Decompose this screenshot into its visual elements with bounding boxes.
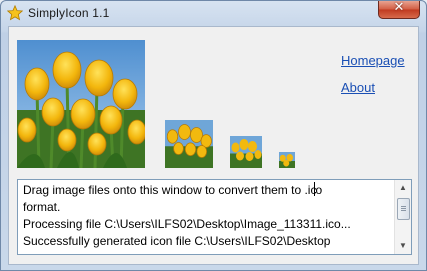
scrollbar-thumb[interactable] <box>397 198 410 220</box>
log-line: format. <box>23 200 61 214</box>
tulips-preview-32 <box>230 136 262 168</box>
homepage-link[interactable]: Homepage <box>341 53 405 68</box>
window-title: SimplyIcon 1.1 <box>28 6 110 20</box>
close-button[interactable]: ✕ <box>378 1 420 19</box>
log-textarea[interactable]: Drag image files onto this window to con… <box>17 179 412 255</box>
log-line: Processing file C:\Users\ILFS02\Desktop\… <box>23 217 351 231</box>
title-bar[interactable]: SimplyIcon 1.1 ✕ <box>1 1 426 25</box>
close-icon: ✕ <box>393 0 405 15</box>
tulips-preview-48 <box>165 120 213 168</box>
tulip-image <box>165 120 213 168</box>
scroll-up-arrow-icon[interactable]: ▲ <box>395 180 411 196</box>
tulips-preview-16 <box>279 152 295 168</box>
tulips-preview-large <box>17 40 145 168</box>
tulip-image <box>279 152 295 168</box>
vertical-scrollbar[interactable]: ▲ ▼ <box>394 180 411 254</box>
about-link[interactable]: About <box>341 80 375 95</box>
star-icon <box>7 5 23 21</box>
app-window: SimplyIcon 1.1 ✕ Homepage About Drag ima… <box>0 0 427 271</box>
main-panel: Homepage About Drag image files onto thi… <box>8 26 419 265</box>
tulip-image <box>17 40 145 168</box>
log-content: Drag image files onto this window to con… <box>23 182 391 250</box>
log-line: Drag image files onto this window to con… <box>23 182 391 199</box>
log-line: Successfully generated icon file C:\User… <box>23 234 331 248</box>
log-line-text-end: o <box>315 183 323 197</box>
scroll-down-arrow-icon[interactable]: ▼ <box>395 238 411 254</box>
log-line-text: Drag image files onto this window to con… <box>23 183 317 197</box>
tulip-image <box>230 136 262 168</box>
